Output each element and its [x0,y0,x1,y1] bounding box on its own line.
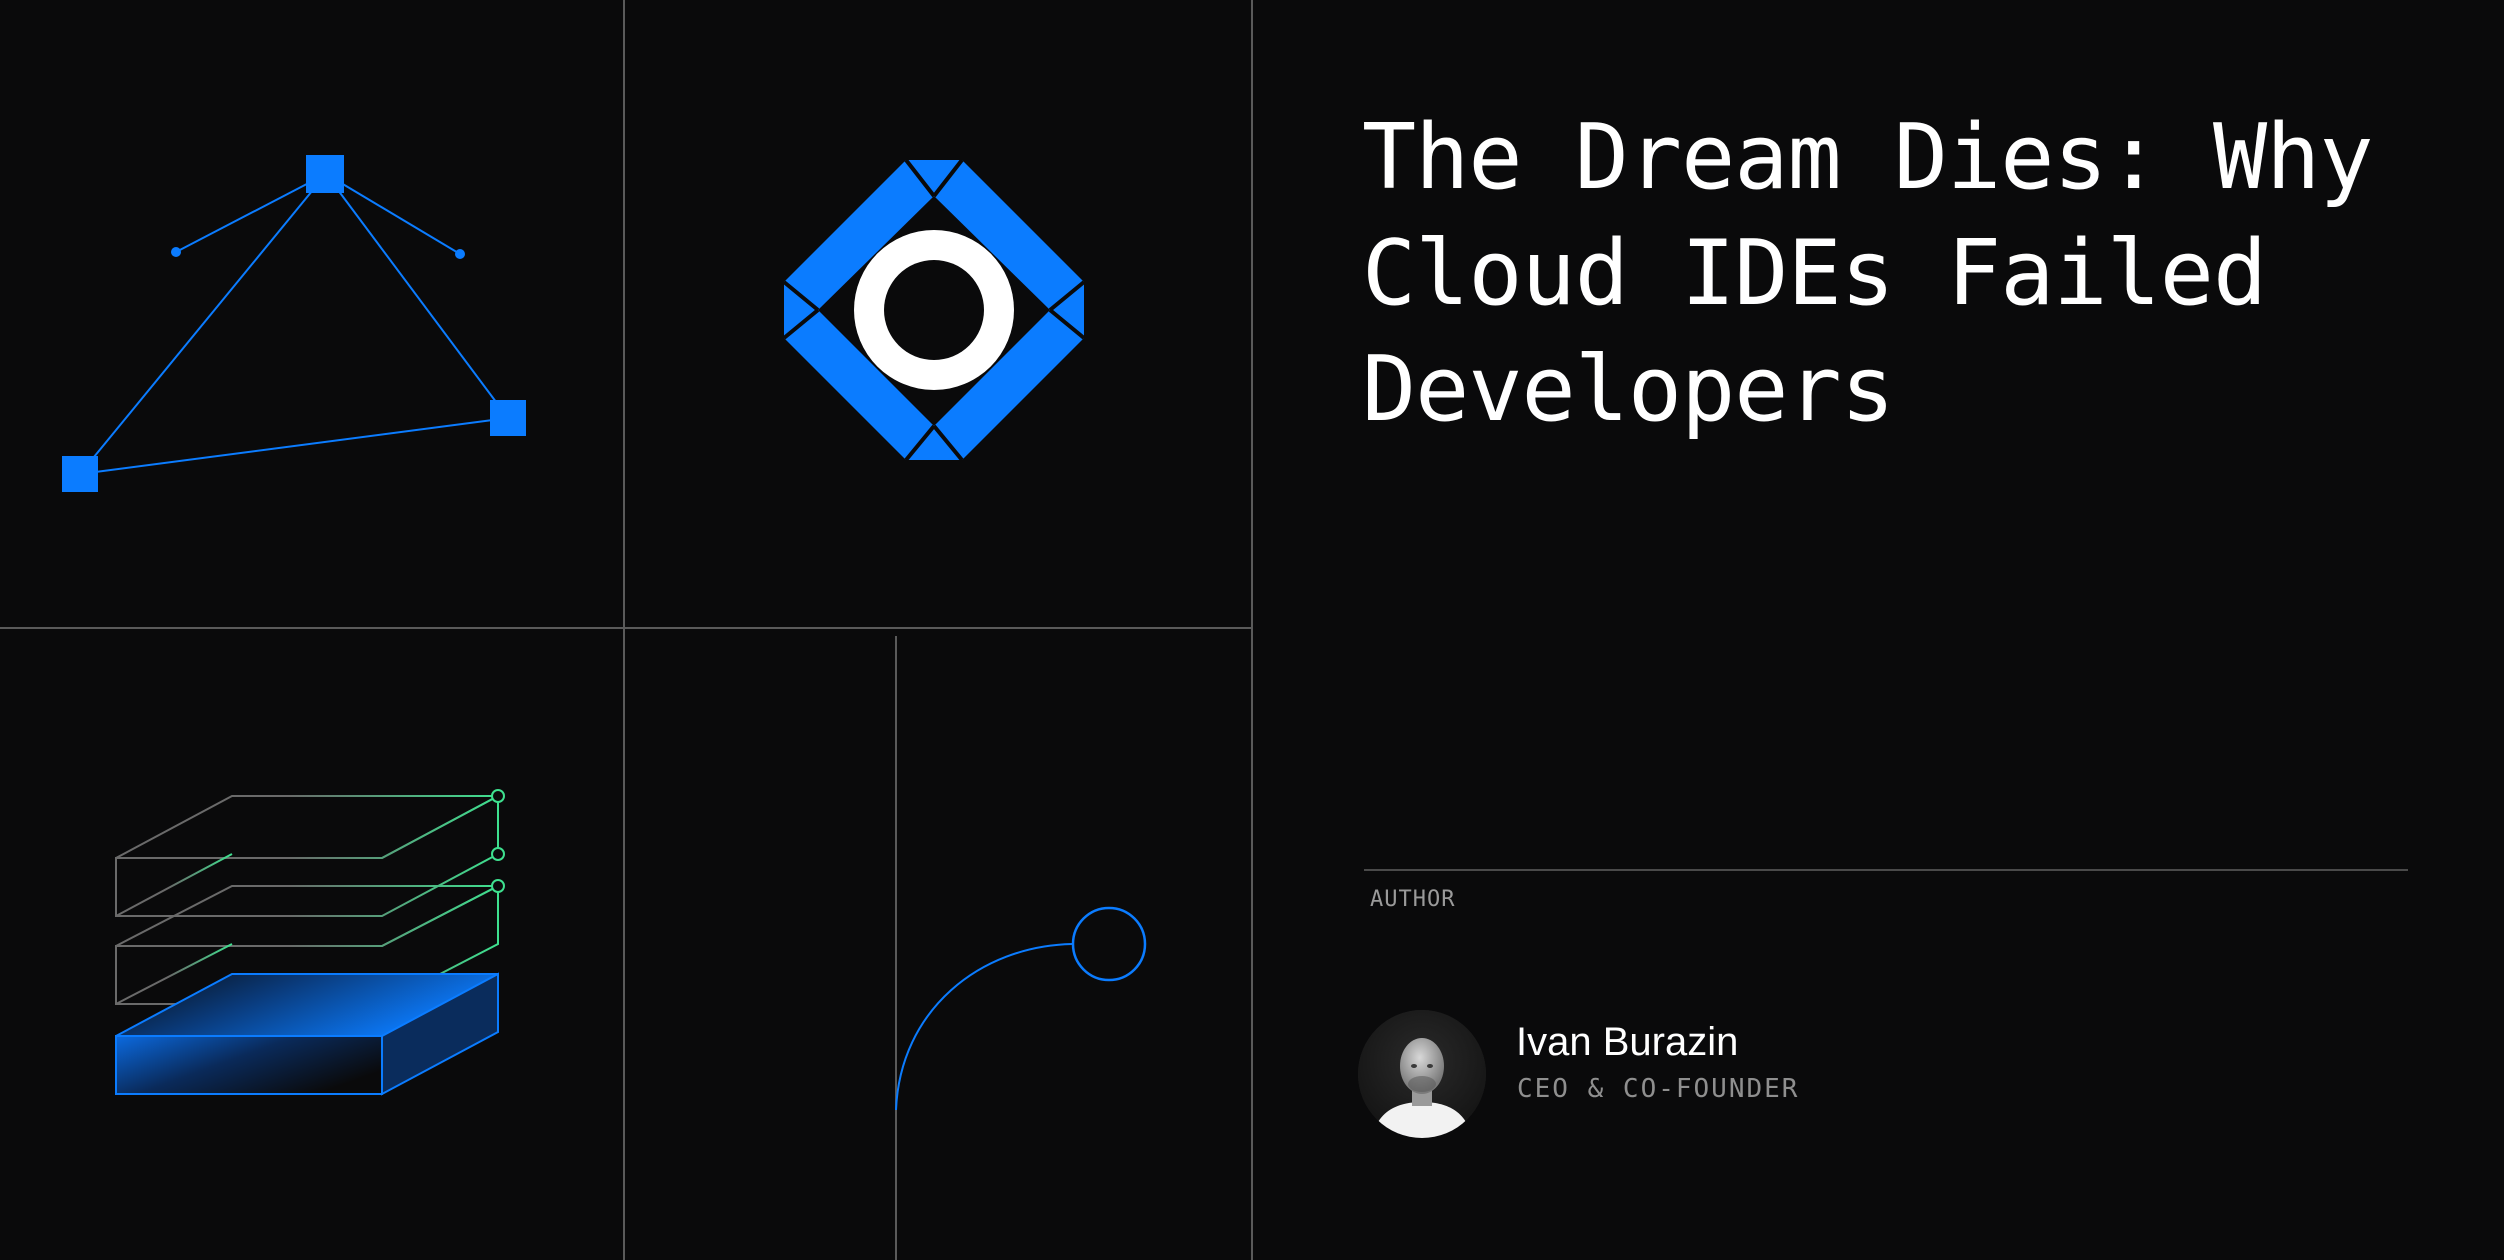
divider [1364,869,2408,871]
author-photo-icon [1358,1010,1486,1138]
avatar [1358,1010,1486,1138]
blog-cover: The Dream Dies: Why Cloud IDEs Failed De… [0,0,2504,1260]
arc-circle-icon [895,636,1147,1260]
artwork-grid [0,0,1253,1260]
post-title: The Dream Dies: Why Cloud IDEs Failed De… [1362,105,2374,442]
author-label: AUTHOR [1370,887,1456,912]
author-name: Ivan Burazin [1516,1020,1739,1064]
network-triangle-icon [62,155,526,492]
author-role: CEO & CO-FOUNDER [1517,1074,1800,1104]
stacked-layers-icon [115,789,505,1096]
daytona-logo-icon [782,158,1086,462]
